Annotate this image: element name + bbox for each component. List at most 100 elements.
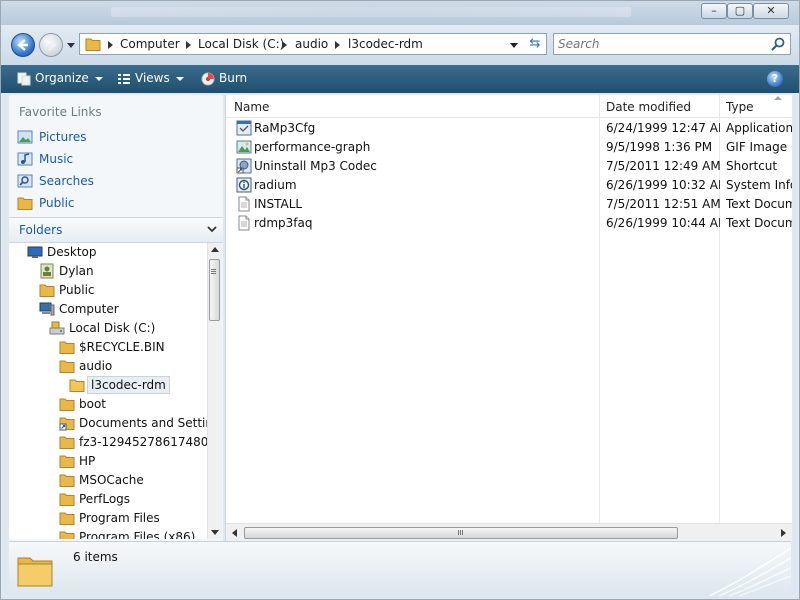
tree-item-label: Program Files [79,511,160,525]
search-box[interactable] [553,33,791,55]
file-date-modified: 6/26/1999 10:44 AM [606,216,720,230]
forward-button[interactable] [39,33,63,57]
chevron-down-icon[interactable] [207,224,217,234]
tree-item-label: Dylan [59,264,94,278]
burn-disc-icon [201,72,215,85]
gif-image-icon [236,140,252,154]
file-row[interactable]: rdmp3faq 6/26/1999 10:44 AM Text Docume [226,214,792,233]
folder-tree-scrollbar[interactable] [207,243,222,539]
scrollbar-grip [458,530,459,535]
file-row[interactable]: RaMp3Cfg 6/24/1999 12:47 AM Application [226,119,792,138]
file-row[interactable]: performance-graph 9/5/1998 1:36 PM GIF I… [226,138,792,157]
folder-icon [59,493,75,506]
tree-item-label: l3codec-rdm [87,376,170,394]
file-date-modified: 7/5/2011 12:49 AM [606,159,720,173]
refresh-icon[interactable]: ⇆ [526,36,544,52]
title-ghost [111,7,631,17]
folder-icon [59,512,75,525]
file-type: Shortcut [726,159,778,173]
breadcrumb-separator-icon[interactable] [282,41,287,49]
chevron-down-icon [175,76,184,81]
file-row[interactable]: INSTALL 7/5/2011 12:51 AM Text Docume [226,195,792,214]
file-row[interactable]: Uninstall Mp3 Codec 7/5/2011 12:49 AM Sh… [226,157,792,176]
folder-icon [59,341,75,354]
search-input[interactable] [558,36,763,52]
breadcrumb-l3codec-rdm[interactable]: l3codec-rdm [348,37,423,51]
column-header-name[interactable]: Name [234,100,269,114]
breadcrumb-separator-icon[interactable] [335,41,340,49]
file-row[interactable]: radium 6/26/1999 10:32 AM System Infor [226,176,792,195]
tree-item-label: Program Files (x86) [79,530,196,539]
breadcrumb-separator-icon[interactable] [108,41,113,49]
file-type: Application [726,121,792,135]
file-list-scrollbar[interactable] [226,523,792,542]
scroll-down-icon[interactable] [211,530,219,535]
scroll-up-icon[interactable] [211,247,219,252]
decorative-swoosh-icon [708,547,791,596]
file-name: performance-graph [254,140,371,154]
favorite-links-header: Favorite Links [19,105,102,119]
column-header-date-modified[interactable]: Date modified [606,100,691,114]
navigation-pane: Favorite Links Pictures Music Searches P… [9,95,223,541]
command-bar: Organize Views Burn ? [1,65,799,93]
scroll-right-icon[interactable] [781,529,786,537]
folder-icon [59,455,75,468]
file-name: RaMp3Cfg [254,121,316,135]
organize-label: Organize [35,71,89,85]
column-header-type[interactable]: Type [726,100,754,114]
favorite-label: Music [39,152,74,166]
breadcrumb-audio[interactable]: audio [295,37,328,51]
file-name: Uninstall Mp3 Codec [254,159,377,173]
tree-item-label: Computer [59,302,119,316]
breadcrumb-separator-icon[interactable] [186,41,191,49]
favorite-label: Pictures [39,130,87,144]
hard-drive-icon [49,321,65,335]
item-count: 6 items [73,550,118,564]
scrollbar-grip [211,269,216,270]
file-type: GIF Image [726,140,788,154]
breadcrumb-computer[interactable]: Computer [120,37,180,51]
views-button[interactable]: Views [117,71,184,86]
folder-icon [59,398,75,411]
breadcrumb-local-disk[interactable]: Local Disk (C:) [198,37,284,51]
tree-item-label: Local Disk (C:) [69,321,156,335]
scrollbar-thumb[interactable] [244,527,678,539]
back-button[interactable] [11,33,35,57]
text-document-icon [238,215,250,231]
recent-pages-dropdown-icon[interactable] [67,43,75,48]
searches-icon [17,174,33,188]
folders-header[interactable]: Folders [9,217,223,243]
burn-label: Burn [219,71,248,85]
folders-header-label: Folders [19,223,63,237]
pictures-icon [17,130,33,144]
text-document-icon [238,196,250,212]
file-date-modified: 7/5/2011 12:51 AM [606,197,720,211]
search-icon[interactable] [770,36,786,52]
minimize-button[interactable]: – [701,3,727,19]
favorite-label: Public [39,196,75,210]
column-header-row: Name Date modified Type [226,95,792,118]
file-type: Text Docume [726,216,792,230]
address-row: Computer Local Disk (C:) audio l3codec-r… [1,25,799,65]
tree-item-label: audio [79,359,113,373]
shortcut-icon [236,158,252,174]
burn-button[interactable]: Burn [201,71,247,86]
file-name: radium [254,178,297,192]
address-bar[interactable]: Computer Local Disk (C:) audio l3codec-r… [79,33,547,55]
folder-open-icon [69,379,85,392]
address-dropdown-icon[interactable] [510,43,518,48]
application-icon [236,120,252,136]
organize-icon [17,72,31,85]
close-button[interactable]: ✕ [753,3,789,19]
tree-item-label: MSOCache [79,473,144,487]
scroll-left-icon[interactable] [232,529,237,537]
explorer-window: – ▢ ✕ Computer Local Disk (C:) audio l3c… [0,0,800,600]
title-bar[interactable]: – ▢ ✕ [1,1,799,25]
tree-item-label: Documents and Setting [79,416,207,430]
help-icon[interactable]: ? [767,71,783,87]
music-icon [17,152,33,166]
details-pane: 6 items [9,541,791,596]
maximize-button[interactable]: ▢ [727,3,753,19]
organize-button[interactable]: Organize [17,71,103,86]
file-type: Text Docume [726,197,792,211]
